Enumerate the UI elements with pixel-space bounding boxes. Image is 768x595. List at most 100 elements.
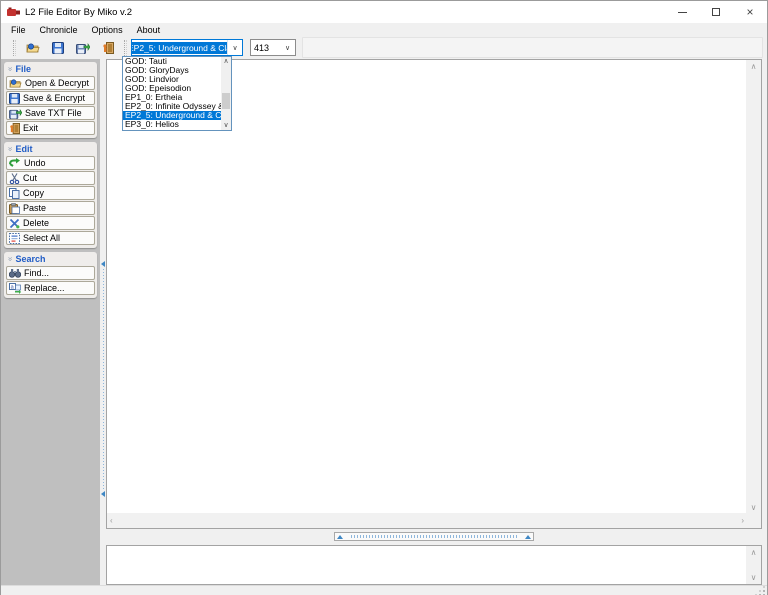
sidebar-group-search-header[interactable]: » Search (6, 253, 95, 265)
scroll-down-icon[interactable]: ∨ (223, 121, 228, 130)
toolbar: EP2_5: Underground & Classic ∨ 413 ∨ (1, 36, 767, 59)
sidebar-group-edit-header[interactable]: » Edit (6, 143, 95, 155)
title-bar: L2 File Editor By Miko v.2 × (1, 1, 767, 23)
horizontal-splitter-grip[interactable] (334, 532, 534, 541)
sidebar-item-label: Exit (23, 123, 38, 133)
sidebar-item-find[interactable]: Find... (6, 266, 95, 280)
minimize-icon (678, 12, 687, 13)
dropdown-item[interactable]: EP2_0: Infinite Odyssey & Classic (123, 102, 221, 111)
sidebar-group-file-header[interactable]: » File (6, 63, 95, 75)
splitter-collapse-arrow-icon[interactable] (101, 491, 105, 497)
splitter-collapse-arrow-icon[interactable] (101, 261, 105, 267)
sidebar-group-title: Search (15, 254, 45, 264)
chronicle-combobox-edit[interactable]: EP2_5: Underground & Classic (132, 40, 227, 55)
version-combobox[interactable]: 413 ∨ (250, 39, 296, 56)
editor-vertical-scrollbar[interactable]: ∧ ∨ (746, 60, 761, 514)
chronicle-dropdown-list: GOD: Tauti GOD: GloryDays GOD: Lindvior … (122, 56, 232, 131)
sidebar-group-title: File (15, 64, 31, 74)
sidebar-item-label: Open & Decrypt (25, 78, 89, 88)
select-all-icon (9, 233, 20, 244)
collapse-chevron-icon: » (6, 147, 14, 151)
copy-pages-icon (9, 188, 20, 199)
menu-about[interactable]: About (130, 24, 168, 36)
sidebar-group-search: » Search Find... a (4, 252, 97, 298)
close-button[interactable]: × (733, 1, 767, 23)
sidebar-item-label: Delete (23, 218, 49, 228)
chronicle-combobox[interactable]: EP2_5: Underground & Classic ∨ (131, 39, 243, 56)
toolbar-empty-band (302, 37, 763, 58)
collapse-chevron-icon: » (6, 257, 14, 261)
sidebar-item-label: Paste (23, 203, 46, 213)
scroll-up-icon[interactable]: ∧ (748, 60, 760, 73)
splitter-dots[interactable] (351, 535, 517, 538)
scroll-right-icon[interactable]: › (738, 514, 747, 527)
menu-file[interactable]: File (4, 24, 33, 36)
exit-door-icon (9, 123, 20, 134)
replace-icon: a (9, 283, 21, 294)
log-vertical-scrollbar[interactable]: ∧ ∨ (746, 546, 761, 584)
splitter-collapse-arrow-icon[interactable] (525, 535, 531, 539)
version-combobox-edit[interactable]: 413 (251, 40, 280, 55)
scroll-down-icon[interactable]: ∨ (748, 501, 760, 514)
sidebar-item-select-all[interactable]: Select All (6, 231, 95, 245)
sidebar-item-undo[interactable]: Undo (6, 156, 95, 170)
scroll-down-icon[interactable]: ∨ (748, 571, 760, 584)
save-encrypt-toolbar-button[interactable] (45, 37, 70, 58)
maximize-button[interactable] (699, 1, 733, 23)
minimize-button[interactable] (665, 1, 699, 23)
scroll-up-icon[interactable]: ∧ (223, 57, 228, 66)
sidebar-item-label: Cut (23, 173, 37, 183)
undo-arrow-icon (9, 158, 21, 169)
sidebar-item-open-decrypt[interactable]: Open & Decrypt (6, 76, 95, 90)
maximize-icon (712, 8, 720, 16)
sidebar-item-replace[interactable]: a Replace... (6, 281, 95, 295)
toolbar-gripper-2[interactable] (124, 40, 127, 56)
dropdown-item[interactable]: EP1_0: Ertheia (123, 93, 221, 102)
content-area: » File Open & Decrypt (1, 59, 767, 585)
sidebar-item-copy[interactable]: Copy (6, 186, 95, 200)
sidebar-item-exit[interactable]: Exit (6, 121, 95, 135)
open-folder-icon (9, 78, 22, 89)
editor-horizontal-scrollbar[interactable]: ‹ › (107, 513, 747, 528)
scroll-up-icon[interactable]: ∧ (748, 546, 760, 559)
log-text-area[interactable]: ∧ ∨ (106, 545, 762, 585)
save-txt-toolbar-button[interactable] (70, 37, 95, 58)
dropdown-item[interactable]: GOD: Lindvior (123, 75, 221, 84)
dropdown-item[interactable]: EP3_0: Helios (123, 120, 221, 129)
sidebar-item-save-txt[interactable]: Save TXT File (6, 106, 95, 120)
sidebar-item-paste[interactable]: Paste (6, 201, 95, 215)
sidebar-item-label: Save & Encrypt (23, 93, 85, 103)
open-folder-icon (26, 42, 40, 54)
save-txt-icon (76, 42, 90, 54)
open-decrypt-toolbar-button[interactable] (20, 37, 45, 58)
sidebar-item-save-encrypt[interactable]: Save & Encrypt (6, 91, 95, 105)
dropdown-item[interactable]: EP2_5: Underground & Classic (123, 111, 221, 120)
toolbar-gripper[interactable] (13, 40, 16, 56)
chevron-down-icon[interactable]: ∨ (227, 40, 242, 55)
horizontal-splitter[interactable] (106, 529, 762, 545)
chevron-down-icon[interactable]: ∨ (280, 40, 295, 55)
scrollbar-thumb[interactable] (222, 93, 230, 109)
sidebar: » File Open & Decrypt (1, 59, 100, 585)
dropdown-item[interactable]: GOD: Epeisodion (123, 84, 221, 93)
dropdown-scrollbar[interactable]: ∧ ∨ (221, 57, 231, 130)
scroll-left-icon[interactable]: ‹ (107, 514, 116, 527)
sidebar-item-delete[interactable]: Delete (6, 216, 95, 230)
sidebar-item-cut[interactable]: Cut (6, 171, 95, 185)
dropdown-item[interactable]: GOD: GloryDays (123, 66, 221, 75)
exit-door-icon (102, 42, 114, 54)
menu-options[interactable]: Options (85, 24, 130, 36)
menu-bar: File Chronicle Options About (1, 23, 767, 36)
save-floppy-icon (52, 42, 64, 54)
sidebar-item-label: Save TXT File (25, 108, 82, 118)
splitter-collapse-arrow-icon[interactable] (337, 535, 343, 539)
sidebar-item-label: Copy (23, 188, 44, 198)
sidebar-group-edit: » Edit Undo (4, 142, 97, 248)
sidebar-item-label: Replace... (24, 283, 65, 293)
exit-toolbar-button[interactable] (95, 37, 120, 58)
vertical-splitter-grip[interactable] (101, 269, 105, 489)
scissors-icon (9, 173, 20, 184)
resize-grip-icon[interactable] (755, 586, 765, 595)
menu-chronicle[interactable]: Chronicle (33, 24, 85, 36)
dropdown-item[interactable]: GOD: Tauti (123, 57, 221, 66)
